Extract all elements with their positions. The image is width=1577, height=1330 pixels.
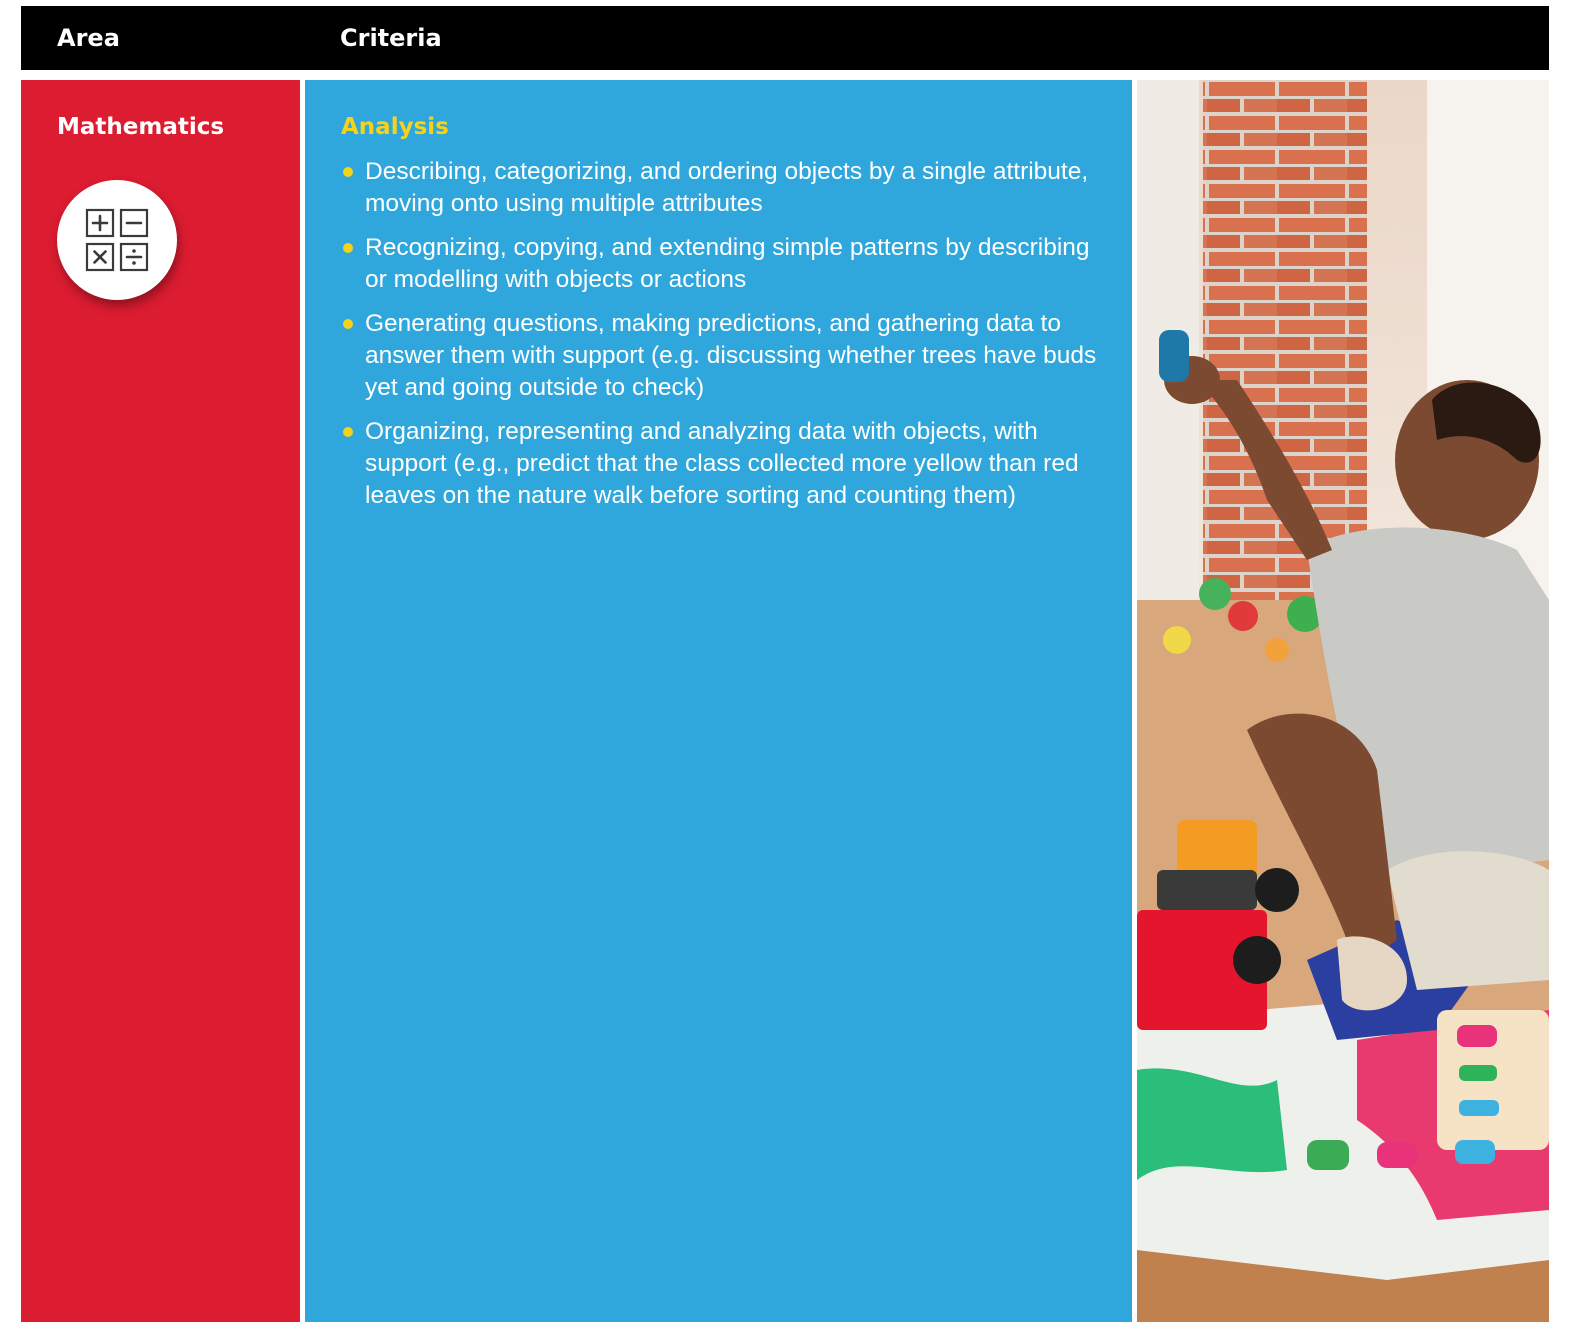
criteria-title: Analysis bbox=[341, 114, 449, 140]
bullet-icon bbox=[343, 427, 353, 437]
bullet-icon bbox=[343, 167, 353, 177]
header-area-label: Area bbox=[57, 24, 120, 52]
list-item-text: Recognizing, copying, and extending simp… bbox=[365, 234, 1090, 293]
area-column: Mathematics bbox=[21, 80, 300, 1322]
area-title: Mathematics bbox=[57, 114, 225, 140]
bullet-icon bbox=[343, 319, 353, 329]
list-item: Recognizing, copying, and extending simp… bbox=[341, 232, 1101, 296]
list-item: Describing, categorizing, and ordering o… bbox=[341, 156, 1101, 220]
bullet-icon bbox=[343, 243, 353, 253]
list-item: Organizing, representing and analyzing d… bbox=[341, 416, 1101, 512]
list-item-text: Generating questions, making predictions… bbox=[365, 310, 1097, 401]
list-item-text: Organizing, representing and analyzing d… bbox=[365, 418, 1079, 509]
calculator-operations-icon bbox=[57, 180, 177, 300]
header-criteria-label: Criteria bbox=[340, 24, 442, 52]
criteria-list: Describing, categorizing, and ordering o… bbox=[341, 156, 1101, 524]
criteria-column: Analysis Describing, categorizing, and o… bbox=[305, 80, 1132, 1322]
list-item-text: Describing, categorizing, and ordering o… bbox=[365, 158, 1089, 217]
list-item: Generating questions, making predictions… bbox=[341, 308, 1101, 404]
child-playing-photo bbox=[1137, 80, 1549, 1322]
table-header: Area Criteria bbox=[21, 6, 1549, 70]
